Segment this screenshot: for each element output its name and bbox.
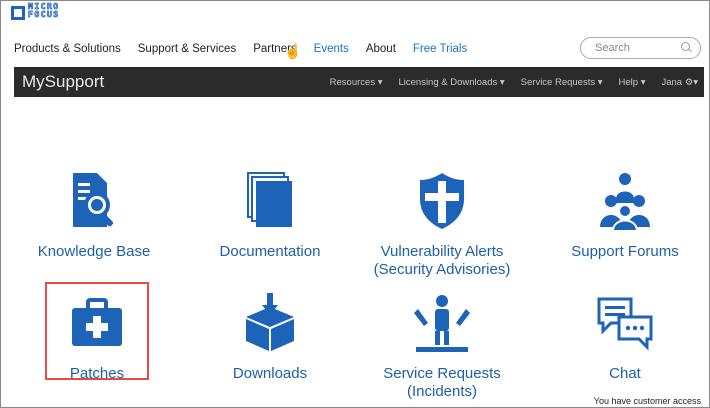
nav-products-solutions[interactable]: Products & Solutions	[14, 43, 121, 55]
search-input[interactable]: Search	[580, 37, 701, 59]
menu-user-account[interactable]: Jana ⚙▾	[661, 77, 698, 88]
tile-downloads[interactable]: Downloads	[205, 291, 335, 383]
menu-service-requests[interactable]: Service Requests ▾	[521, 77, 603, 88]
nav-events[interactable]: Events	[314, 43, 349, 55]
shield-icon	[410, 169, 474, 233]
knowledge-base-icon	[62, 169, 126, 233]
tile-label: Downloads	[232, 365, 308, 382]
tile-label: Chat	[609, 365, 641, 382]
documentation-icon	[238, 169, 302, 233]
tile-label: Documentation	[219, 243, 321, 260]
nav-free-trials[interactable]: Free Trials	[413, 43, 467, 55]
download-box-icon	[238, 291, 302, 355]
search-placeholder: Search	[595, 42, 630, 54]
nav-support-services[interactable]: Support & Services	[138, 43, 236, 55]
tile-vulnerability-alerts[interactable]: Vulnerability Alerts (Security Advisorie…	[357, 169, 527, 279]
tile-label: Support Forums	[571, 243, 679, 260]
logo-mark	[11, 6, 25, 20]
chat-icon	[593, 291, 657, 355]
mysupport-title[interactable]: MySupport	[22, 72, 104, 92]
menu-licensing-downloads[interactable]: Licensing & Downloads ▾	[398, 77, 504, 88]
logo-line-2: FOCUS	[28, 10, 60, 19]
tile-label: Knowledge Base	[37, 243, 151, 260]
top-navigation: Products & Solutions Support & Services …	[14, 43, 484, 55]
search-icon[interactable]	[681, 42, 690, 51]
tile-label: Service Requests (Incidents)	[383, 365, 501, 400]
menu-help[interactable]: Help ▾	[619, 77, 646, 88]
micro-focus-logo[interactable]: MICRO FOCUS	[11, 2, 60, 20]
tile-chat[interactable]: Chat	[560, 291, 690, 383]
mysupport-menu: Resources ▾ Licensing & Downloads ▾ Serv…	[314, 77, 698, 88]
patches-highlight-box	[45, 282, 149, 380]
tile-service-requests[interactable]: Service Requests (Incidents)	[367, 291, 517, 401]
page: MICRO FOCUS Products & Solutions Support…	[0, 0, 710, 408]
forums-icon	[593, 169, 657, 233]
nav-about[interactable]: About	[366, 43, 396, 55]
menu-resources[interactable]: Resources ▾	[330, 77, 383, 88]
tile-label: Vulnerability Alerts (Security Advisorie…	[373, 243, 511, 278]
tile-knowledge-base[interactable]: Knowledge Base	[29, 169, 159, 261]
hand-cursor-icon: ☝	[284, 43, 302, 59]
tile-documentation[interactable]: Documentation	[205, 169, 335, 261]
tile-support-forums[interactable]: Support Forums	[560, 169, 690, 261]
access-status: You have customer access	[593, 396, 701, 406]
mysupport-bar: MySupport Resources ▾ Licensing & Downlo…	[14, 67, 704, 97]
service-icon	[410, 291, 474, 355]
